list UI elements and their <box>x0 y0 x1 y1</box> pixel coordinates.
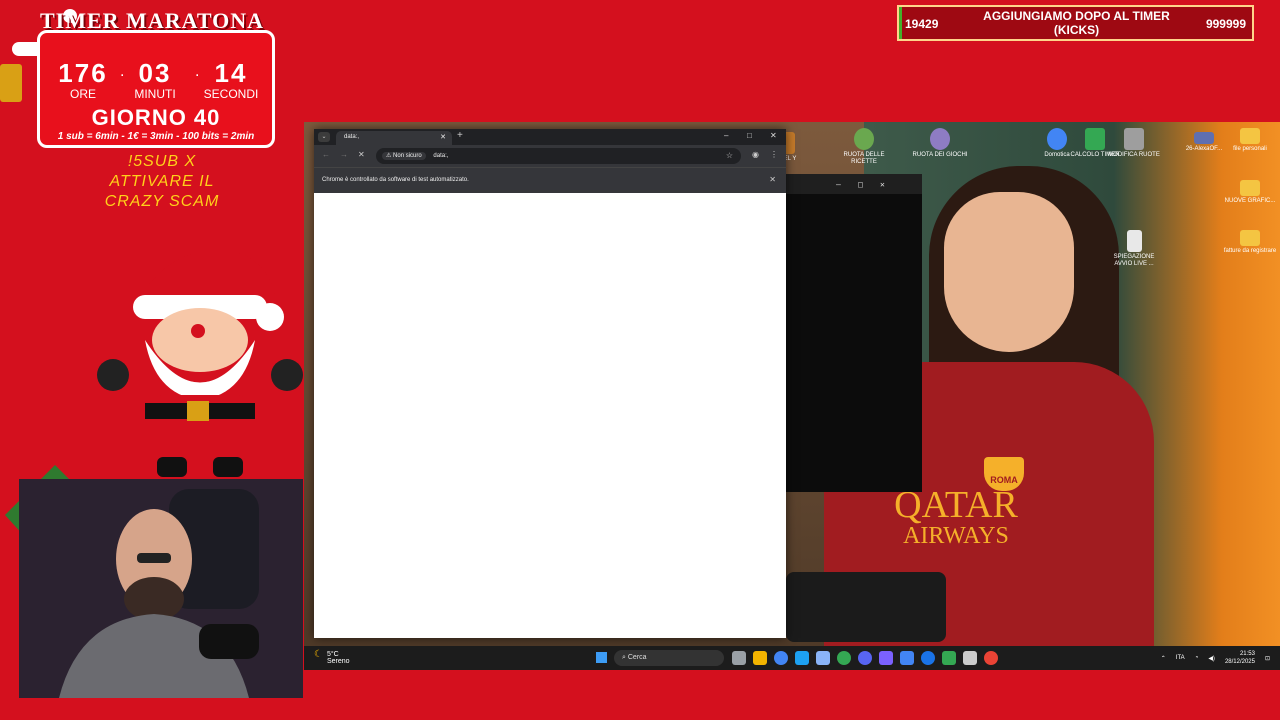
profile-icon[interactable]: ◉ <box>752 150 759 159</box>
task-view-icon[interactable] <box>732 651 746 665</box>
desktop-icon-file-personali[interactable]: file personali <box>1222 128 1278 153</box>
discord-icon[interactable] <box>858 651 872 665</box>
clock[interactable]: 21:53 28/12/2025 <box>1225 650 1255 666</box>
chrome-window[interactable]: ⌄ data:, ✕ + – □ ✕ ← → ✕ ⚠ Non sicuro da… <box>314 129 786 638</box>
image-icon <box>1194 132 1214 144</box>
file-explorer-icon[interactable] <box>753 651 767 665</box>
moon-icon: ☾ <box>314 649 323 660</box>
calculator-icon[interactable] <box>900 651 914 665</box>
chrome-maximize-button[interactable]: □ <box>747 131 752 140</box>
santa-claus-image <box>95 235 305 480</box>
timer-rules: 1 sub = 6min - 1€ = 3min - 100 bits = 2m… <box>57 131 255 142</box>
folder-icon <box>1240 230 1260 246</box>
timer-hours: 176 ORE <box>58 58 108 101</box>
shirt-sponsor-text: QATAR AIRWAYS <box>894 484 1018 549</box>
app-icon[interactable] <box>795 651 809 665</box>
goal-max: 999999 <box>1205 17 1246 31</box>
roma-crest: ROMA <box>984 457 1024 491</box>
terminal-maximize-button[interactable]: □ <box>858 180 863 189</box>
automation-infobar: Chrome è controllato da software di test… <box>314 167 786 193</box>
goal-current: 19429 <box>905 17 939 31</box>
infobar-close-icon[interactable]: ✕ <box>769 175 776 184</box>
wallpaper-character-face <box>944 192 1074 352</box>
terminal-minimize-button[interactable]: – <box>836 180 841 189</box>
chrome-close-button[interactable]: ✕ <box>770 131 777 140</box>
chrome-icon[interactable] <box>774 651 788 665</box>
chrome-toolbar: ← → ✕ ⚠ Non sicuro data:, ☆ ◉ ⋮ <box>314 145 786 167</box>
wifi-icon[interactable]: ◔ <box>1195 655 1199 661</box>
app-icon[interactable] <box>837 651 851 665</box>
volume-icon[interactable]: ◀) <box>1208 655 1215 662</box>
script-icon <box>1124 128 1144 150</box>
marathon-timer: 176 ORE . 03 MINUTI . 14 SECONDI GIORNO … <box>37 30 275 148</box>
automation-notice-text: Chrome è controllato da software di test… <box>322 177 469 183</box>
stop-loading-button[interactable]: ✕ <box>358 150 365 159</box>
streamer-webcam <box>19 479 303 698</box>
tab-close-icon[interactable]: ✕ <box>440 133 446 141</box>
chrome-icon <box>1047 128 1067 150</box>
search-icon: ⌕ <box>622 654 626 661</box>
desktop-icon-ruota-ricette[interactable]: RUOTA DELLE RICETTE <box>836 128 892 166</box>
security-warning-chip[interactable]: ⚠ Non sicuro <box>382 152 426 160</box>
chrome-active-icon[interactable] <box>984 651 998 665</box>
back-button[interactable]: ← <box>322 150 330 159</box>
folder-icon <box>1240 180 1260 196</box>
new-tab-button[interactable]: + <box>457 130 463 141</box>
bookmark-star-icon[interactable]: ☆ <box>726 151 733 160</box>
weather-widget[interactable]: ☾ 5°C Sereno <box>314 649 350 666</box>
taskbar-search[interactable]: ⌕ Cerca <box>614 650 724 666</box>
chrome-tab[interactable]: data:, ✕ <box>336 131 452 145</box>
desktop-icon-fatture[interactable]: fatture da registrare <box>1222 230 1278 255</box>
sushi-plate <box>786 572 946 642</box>
kicks-goal-bar: 19429 AGGIUNGIAMO DOPO AL TIMER (KICKS) … <box>897 5 1254 41</box>
chrome-tabstrip: ⌄ data:, ✕ + – □ ✕ <box>314 129 786 145</box>
folder-icon <box>1240 128 1260 144</box>
desktop-icon-spiegazione[interactable]: SPIEGAZIONE AVVIO LIVE ... <box>1106 230 1162 268</box>
tab-title: data:, <box>344 134 360 140</box>
xbox-icon[interactable] <box>942 651 956 665</box>
terminal-close-button[interactable]: ✕ <box>880 180 885 189</box>
document-icon <box>1126 230 1142 252</box>
timer-seconds: 14 SECONDI <box>203 58 259 101</box>
terminal-icon[interactable] <box>963 651 977 665</box>
windows-start-icon[interactable] <box>596 652 607 663</box>
gift-decoration <box>0 64 22 102</box>
desktop-icon-ruota-giochi[interactable]: RUOTA DEI GIOCHI <box>912 128 968 159</box>
weather-condition: Sereno <box>326 658 350 665</box>
desktop-icon-nuove-grafiche[interactable]: NUOVE GRAFIC... <box>1222 180 1278 205</box>
url-text: data:, <box>433 153 449 159</box>
app-icon[interactable] <box>816 651 830 665</box>
address-bar[interactable]: ⚠ Non sicuro data:, ☆ <box>376 148 741 164</box>
wheel-icon <box>930 128 950 150</box>
wheel-icon <box>854 128 874 150</box>
app-icon[interactable] <box>879 651 893 665</box>
notification-icon[interactable]: ⊡ <box>1265 655 1270 662</box>
timer-minutes: 03 MINUTI <box>134 58 176 101</box>
remote-desktop: QATAR AIRWAYS ROMA A DEL Y S... RUOTA DE… <box>304 122 1280 670</box>
language-indicator[interactable]: ITA <box>1176 655 1185 661</box>
promo-text: !5SUB X ATTIVARE IL CRAZY SCAM <box>104 153 220 210</box>
page-content-blank[interactable] <box>314 193 786 638</box>
menu-kebab-icon[interactable]: ⋮ <box>770 150 778 159</box>
chrome-minimize-button[interactable]: – <box>724 131 728 140</box>
system-tray: ⌃ ITA ◔ ◀) 21:53 28/12/2025 ⊡ <box>1161 650 1270 666</box>
goal-progress-fill <box>899 7 902 39</box>
tray-chevron-icon[interactable]: ⌃ <box>1161 655 1166 662</box>
goal-label: AGGIUNGIAMO DOPO AL TIMER (KICKS) <box>983 9 1170 37</box>
tab-search-dropdown-icon[interactable]: ⌄ <box>318 132 330 142</box>
windows-taskbar: ☾ 5°C Sereno ⌕ Cerca ⌃ ITA ◔ ◀) 21:53 28… <box>304 646 1280 670</box>
desktop-icon-alexa[interactable]: 26-AlexaOF... <box>1182 132 1226 153</box>
day-counter: GIORNO 40 <box>91 105 221 130</box>
forward-button[interactable]: → <box>340 150 348 159</box>
weather-temperature: 5°C <box>326 651 339 658</box>
app-icon[interactable] <box>921 651 935 665</box>
taskbar-pinned-apps <box>732 651 998 665</box>
desktop-icon-modifica-ruote[interactable]: MODIFICA RUOTE <box>1106 128 1162 159</box>
spreadsheet-icon <box>1085 128 1105 150</box>
